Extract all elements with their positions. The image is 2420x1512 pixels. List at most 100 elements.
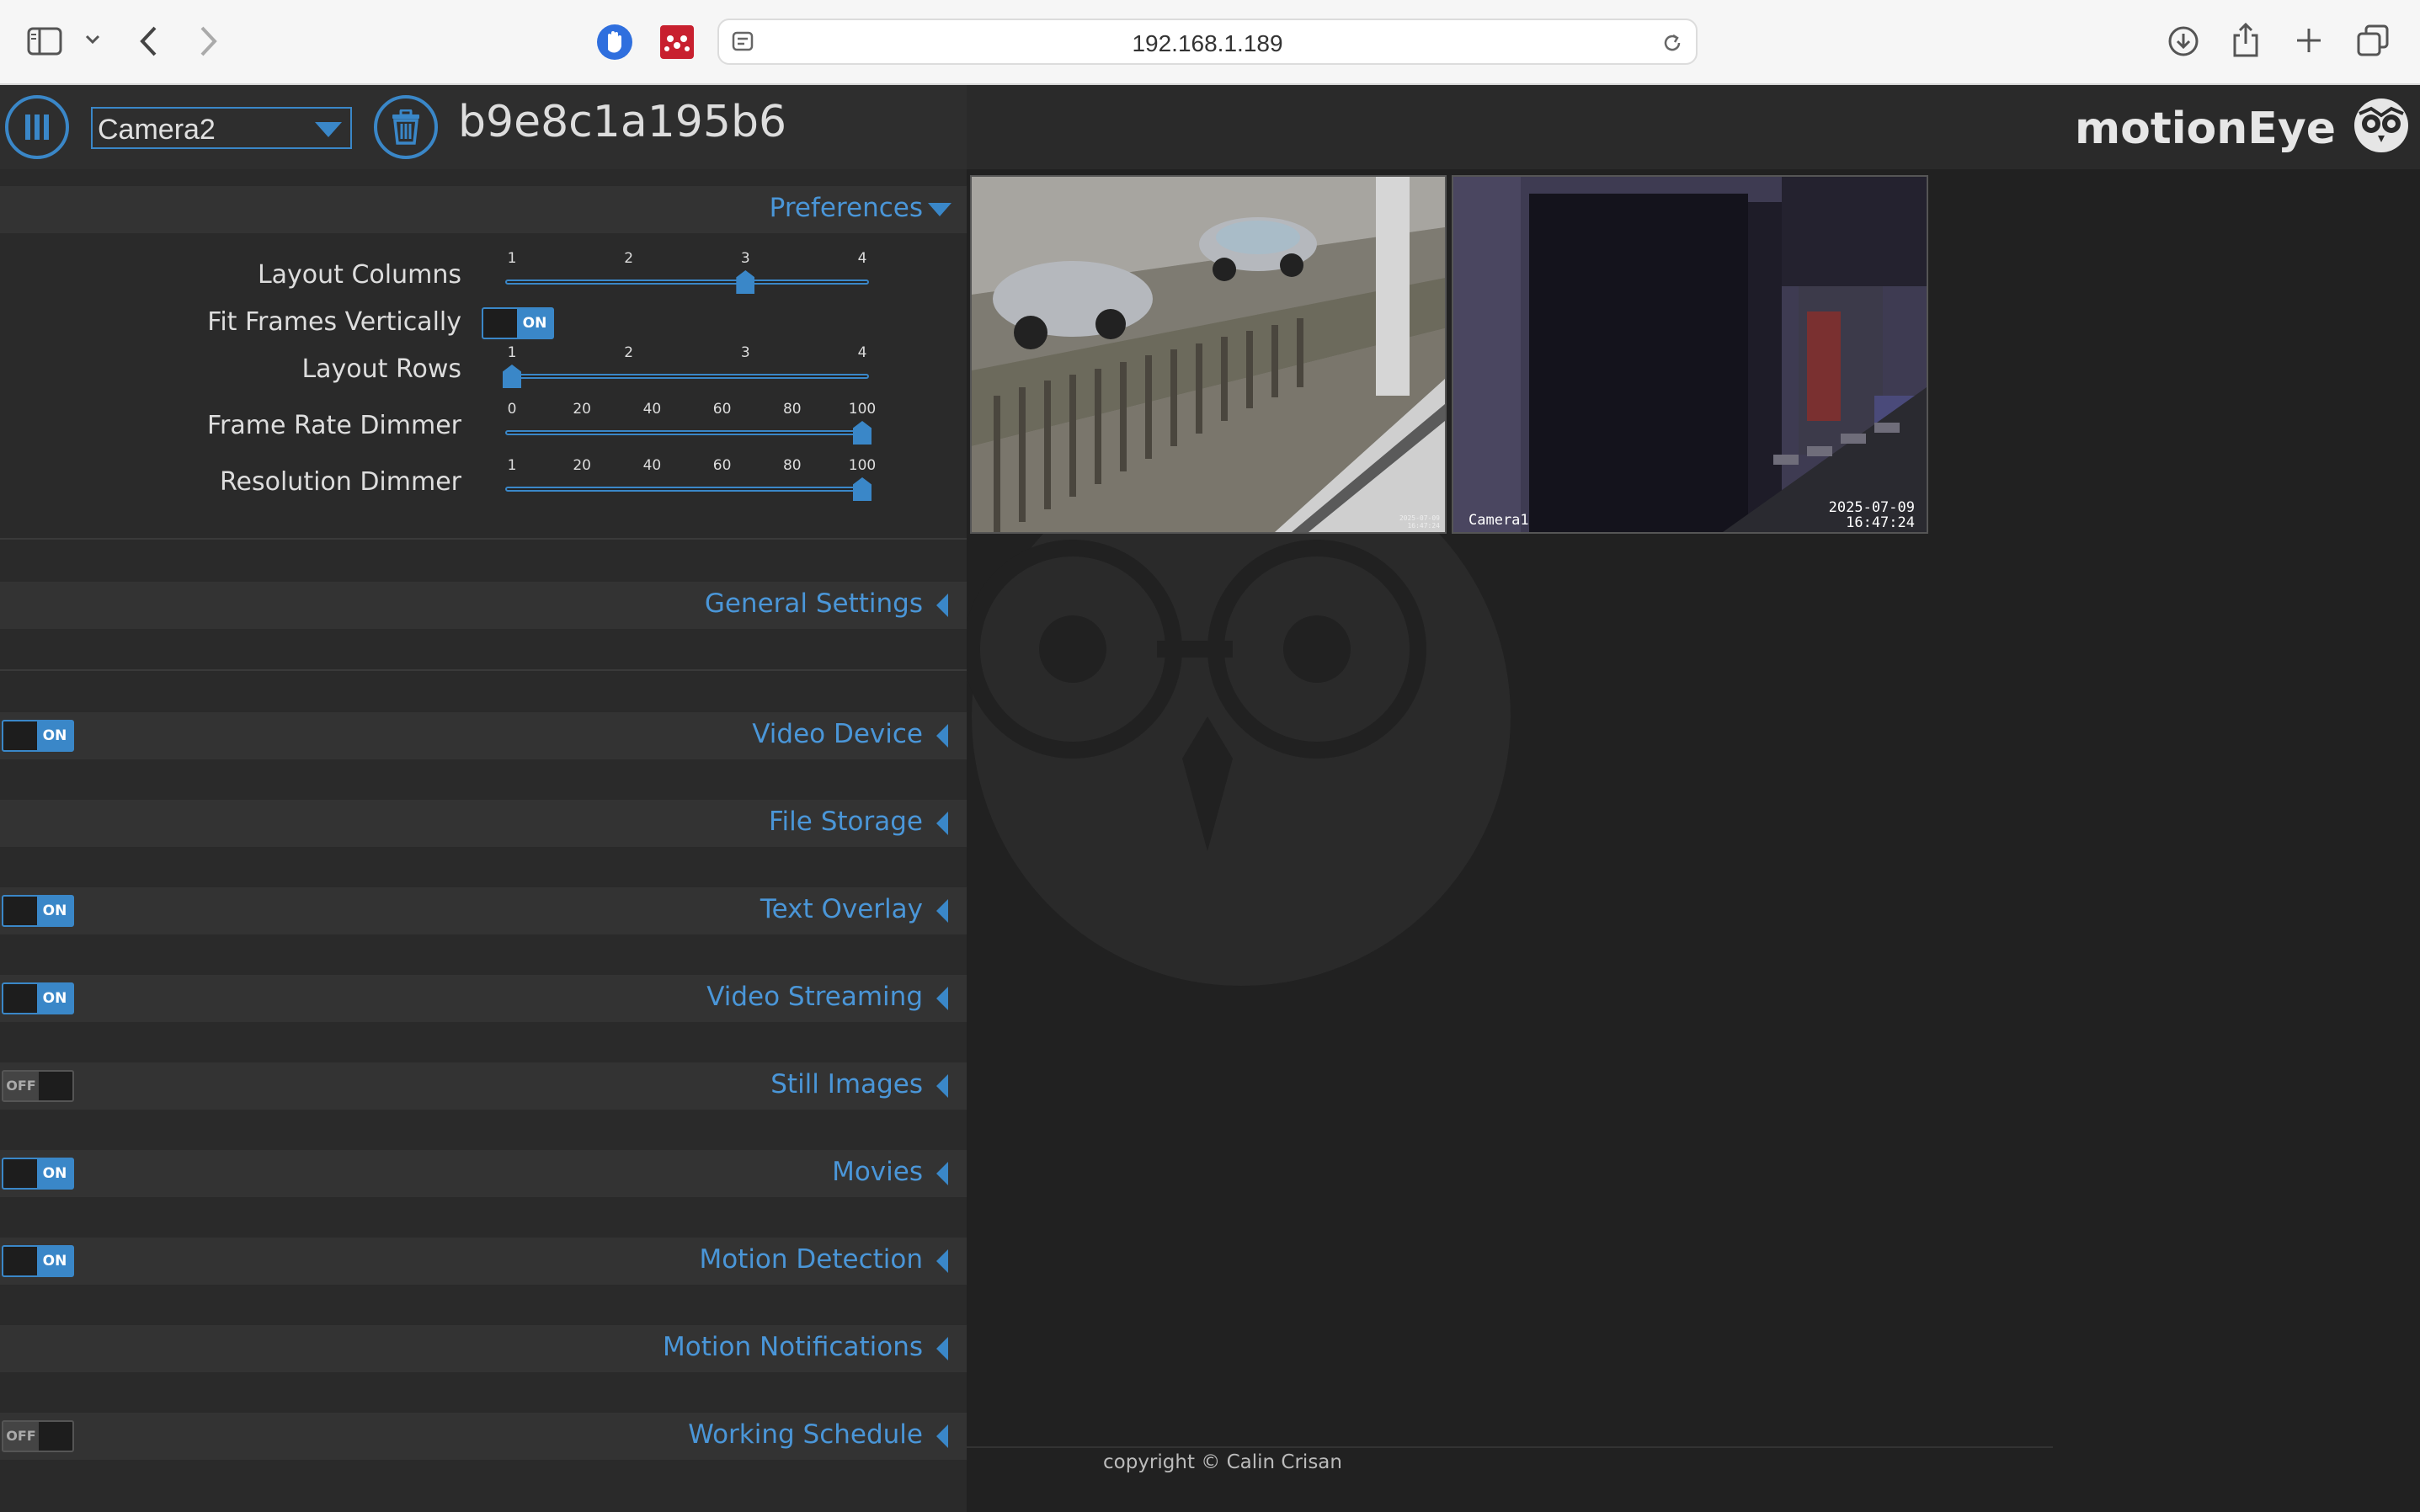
layout-rows-slider[interactable]: 1 2 3 4 xyxy=(503,344,871,388)
camera1-date: 2025-07-09 xyxy=(1828,499,1915,516)
layout-columns-slider[interactable]: 1 2 3 4 xyxy=(504,250,871,294)
chevron-down-icon xyxy=(315,122,342,137)
toggle-state: ON xyxy=(37,1159,72,1188)
chevron-down-icon[interactable] xyxy=(84,34,101,45)
hand-stop-icon[interactable] xyxy=(596,24,633,61)
tabs-overview-icon[interactable] xyxy=(2356,24,2390,57)
slider-tick-label: 40 xyxy=(642,457,662,474)
section-text-overlay[interactable]: ON Text Overlay xyxy=(0,887,967,934)
still-images-toggle[interactable]: OFF xyxy=(2,1070,74,1102)
section-title: Working Schedule xyxy=(688,1419,923,1450)
toggle-state: OFF xyxy=(3,1072,39,1100)
camera1-name-overlay: Camera1 xyxy=(1469,512,1529,529)
section-movies[interactable]: ON Movies xyxy=(0,1150,967,1197)
section-motion-detection[interactable]: ON Motion Detection xyxy=(0,1238,967,1285)
section-general-settings[interactable]: General Settings xyxy=(0,582,967,629)
reload-icon[interactable] xyxy=(1660,31,1684,55)
owl-logo-icon xyxy=(2353,97,2410,157)
slider-track xyxy=(505,487,869,492)
fit-frames-toggle[interactable]: ON xyxy=(482,307,554,339)
slider-tick-label: 2 xyxy=(624,344,634,361)
slider-tick-label: 60 xyxy=(712,401,732,418)
address-bar[interactable]: 192.168.1.189 xyxy=(717,19,1698,65)
section-video-streaming[interactable]: ON Video Streaming xyxy=(0,975,967,1022)
slider-tick-label: 100 xyxy=(848,457,877,474)
slider-handle[interactable] xyxy=(853,421,872,445)
chevron-left-icon xyxy=(936,1424,948,1448)
slider-tick-label: 4 xyxy=(857,250,867,267)
chevron-left-icon xyxy=(936,1162,948,1185)
section-preferences[interactable]: Preferences xyxy=(0,186,967,233)
section-video-device[interactable]: ON Video Device xyxy=(0,712,967,759)
slider-tick-label: 3 xyxy=(740,250,750,267)
settings-panel: Camera2 b9e8c1a195b6 Preferences Layout … xyxy=(0,85,967,1512)
section-title: Motion Notifications xyxy=(663,1332,923,1362)
layout-columns-label: Layout Columns xyxy=(257,260,461,290)
working-schedule-toggle[interactable]: OFF xyxy=(2,1420,74,1452)
section-title: File Storage xyxy=(768,807,923,837)
back-icon[interactable] xyxy=(138,25,158,57)
slider-handle[interactable] xyxy=(736,270,755,294)
slider-track xyxy=(505,280,869,285)
text-overlay-toggle[interactable]: ON xyxy=(2,895,74,927)
section-title: General Settings xyxy=(704,588,923,619)
motion-detection-toggle[interactable]: ON xyxy=(2,1245,74,1277)
chevron-left-icon xyxy=(936,1337,948,1360)
forward-icon[interactable] xyxy=(199,25,219,57)
app-header: motionEye xyxy=(967,85,2420,169)
trash-icon[interactable] xyxy=(374,95,438,159)
movies-toggle[interactable]: ON xyxy=(2,1158,74,1190)
settings-topbar: Camera2 b9e8c1a195b6 xyxy=(0,85,967,169)
camera2-timestamp: 2025-07-09 16:47:24 xyxy=(1399,514,1440,530)
section-still-images[interactable]: OFF Still Images xyxy=(0,1062,967,1110)
section-title: Motion Detection xyxy=(699,1244,923,1275)
chevron-left-icon xyxy=(936,594,948,617)
slider-tick-label: 1 xyxy=(507,250,517,267)
toggle-state: ON xyxy=(37,984,72,1013)
section-title: Movies xyxy=(832,1157,923,1187)
camera-frame-camera2[interactable]: 2025-07-09 16:47:24 xyxy=(970,175,1447,534)
camera1-time: 16:47:24 xyxy=(1846,514,1915,531)
video-streaming-toggle[interactable]: ON xyxy=(2,982,74,1014)
camera-frame-camera1[interactable]: Camera1 2025-07-09 16:47:24 xyxy=(1452,175,1928,534)
toggle-state: ON xyxy=(517,309,552,338)
slider-tick-label: 80 xyxy=(782,457,802,474)
camera1-video-feed xyxy=(1453,177,1927,532)
new-tab-icon[interactable] xyxy=(2294,25,2324,56)
section-title: Video Streaming xyxy=(706,982,923,1012)
camera-select[interactable]: Camera2 xyxy=(91,107,352,149)
mendeley-icon[interactable] xyxy=(660,25,694,59)
slider-tick-label: 60 xyxy=(712,457,732,474)
video-device-toggle[interactable]: ON xyxy=(2,720,74,752)
toggle-state: ON xyxy=(37,721,72,750)
slider-tick-label: 40 xyxy=(642,401,662,418)
menu-icon[interactable] xyxy=(5,95,69,159)
section-file-storage[interactable]: File Storage xyxy=(0,800,967,847)
chevron-left-icon xyxy=(936,899,948,923)
resolution-dimmer-label: Resolution Dimmer xyxy=(220,467,461,497)
slider-tick-label: 20 xyxy=(573,401,592,418)
section-title: Video Device xyxy=(752,719,923,749)
slider-tick-label: 1 xyxy=(507,457,517,474)
camera2-time: 16:47:24 xyxy=(1407,522,1440,530)
resolution-dimmer-slider[interactable]: 1 20 40 60 80 100 xyxy=(504,457,876,501)
section-title: Text Overlay xyxy=(760,894,923,924)
chevron-left-icon xyxy=(936,1074,948,1098)
brand-title: motionEye xyxy=(2074,104,2336,154)
slider-tick-label: 80 xyxy=(782,401,802,418)
slider-handle[interactable] xyxy=(853,477,872,501)
sidebar-icon[interactable] xyxy=(27,27,62,56)
slider-handle[interactable] xyxy=(503,365,521,388)
url-text[interactable]: 192.168.1.189 xyxy=(719,30,1696,57)
download-icon[interactable] xyxy=(2167,25,2199,57)
slider-tick-label: 20 xyxy=(573,457,592,474)
share-icon[interactable] xyxy=(2231,22,2260,59)
slider-tick-label: 2 xyxy=(624,250,634,267)
section-motion-notifications[interactable]: Motion Notifications xyxy=(0,1325,967,1372)
frame-rate-dimmer-slider[interactable]: 0 20 40 60 80 100 xyxy=(504,401,876,445)
slider-tick-label: 3 xyxy=(740,344,750,361)
slider-tick-label: 1 xyxy=(507,344,517,361)
section-working-schedule[interactable]: OFF Working Schedule xyxy=(0,1413,967,1460)
camera2-date: 2025-07-09 xyxy=(1399,514,1440,522)
copyright-text: copyright © Calin Crisan xyxy=(1103,1451,1342,1473)
